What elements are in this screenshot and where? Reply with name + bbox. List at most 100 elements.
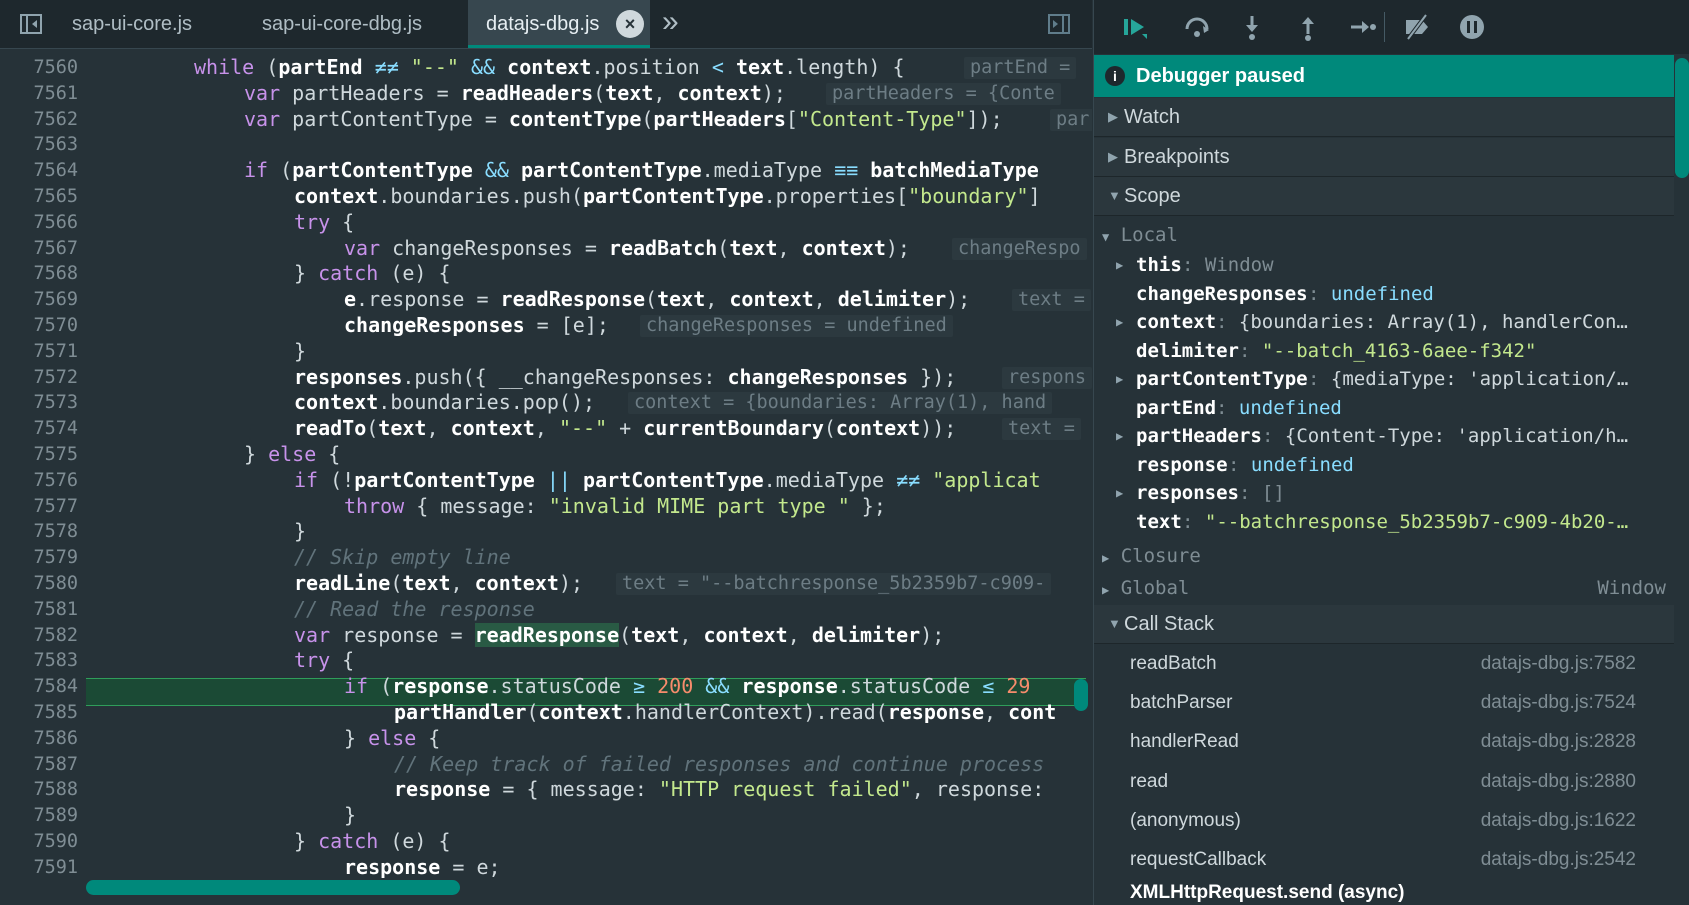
code-line[interactable]: 7578 } [0,519,1092,545]
code-line[interactable]: 7579 // Skip empty line [0,545,1092,571]
tab-sap-ui-core-dbg[interactable]: sap-ui-core-dbg.js [232,0,452,48]
code-line[interactable]: 7562 var partContentType = contentType(p… [0,107,1092,133]
code-line[interactable]: 7572 responses.push({ __changeResponses:… [0,365,1092,391]
frame-location[interactable]: datajs-dbg.js:7524 [1481,683,1636,722]
scope-variable-row[interactable]: ▶ this: Window [1094,251,1669,279]
paused-code-line[interactable]: 7582 var response = readResponse(text, c… [0,622,1092,649]
line-number[interactable]: 7584 [0,674,78,700]
line-number[interactable]: 7566 [0,210,78,236]
line-number[interactable]: 7560 [0,55,78,81]
code-line[interactable]: 7581 // Read the response [0,597,1092,623]
line-number[interactable]: 7563 [0,132,78,158]
frame-location[interactable]: datajs-dbg.js:7582 [1481,644,1636,683]
watch-section-header[interactable]: ▶ Watch [1094,98,1674,137]
toggle-debugger-icon[interactable] [1048,14,1070,34]
step-out-icon[interactable] [1293,12,1323,42]
code-line[interactable]: 7571 } [0,339,1092,365]
code-line[interactable]: 7583 try { [0,648,1092,674]
frame-location[interactable]: datajs-dbg.js:2880 [1481,762,1636,801]
line-number[interactable]: 7586 [0,726,78,752]
line-number[interactable]: 7568 [0,261,78,287]
code-line[interactable]: 7569 e.response = readResponse(text, con… [0,287,1092,313]
line-number[interactable]: 7572 [0,365,78,391]
scope-variable-row[interactable]: ▶ partHeaders: {Content-Type: 'applicatio… [1094,422,1669,450]
expand-triangle-icon[interactable]: ▶ [1116,422,1123,450]
line-number[interactable]: 7570 [0,313,78,339]
scope-variable-row[interactable]: ▶ context: {boundaries: Array(1), handler… [1094,308,1669,336]
scope-variable-row[interactable]: delimiter: "--batch_4163-6aee-f342" [1094,337,1669,365]
code-line[interactable]: 7584 if (response.statusCode ≥ 200 && re… [0,674,1092,700]
scope-variable-row[interactable]: ▶ responses: [] [1094,479,1669,507]
code-line[interactable]: 7568 } catch (e) { [0,261,1092,287]
scope-section-header[interactable]: ▼ Scope [1094,177,1674,216]
line-number[interactable]: 7565 [0,184,78,210]
expand-triangle-icon[interactable]: ▶ [1116,365,1123,393]
line-number[interactable]: 7571 [0,339,78,365]
scope-variable-row[interactable]: response: undefined [1094,451,1669,479]
code-line[interactable]: 7574 readTo(text, context, "--" + curren… [0,416,1092,442]
tab-datajs-dbg[interactable]: datajs-dbg.js × [468,0,650,48]
scope-variable-row[interactable]: partEnd: undefined [1094,394,1669,422]
call-stack-frame[interactable]: read datajs-dbg.js:2880 [1094,762,1674,801]
code-editor[interactable]: 7560 while (partEnd ≠≠ "--" && context.p… [0,49,1092,905]
call-stack-frame[interactable]: readBatch datajs-dbg.js:7582 [1094,644,1674,683]
line-number[interactable]: 7573 [0,390,78,416]
line-number[interactable]: 7585 [0,700,78,726]
line-number[interactable]: 7561 [0,81,78,107]
line-number[interactable]: 7580 [0,571,78,597]
breakpoints-section-header[interactable]: ▶ Breakpoints [1094,138,1674,177]
code-line[interactable]: 7589 } [0,803,1092,829]
code-line[interactable]: 7570 changeResponses = [e]; changeRespon… [0,313,1092,339]
horizontal-scrollbar[interactable] [86,880,460,895]
panel-vertical-scrollbar[interactable] [1675,58,1689,178]
code-line[interactable]: 7566 try { [0,210,1092,236]
line-number[interactable]: 7589 [0,803,78,829]
line-number[interactable]: 7578 [0,519,78,545]
call-stack-section-header[interactable]: ▼ Call Stack [1094,605,1674,644]
code-line[interactable]: 7586 } else { [0,726,1092,752]
call-stack-frame[interactable]: requestCallback datajs-dbg.js:2542 [1094,840,1674,879]
expand-triangle-icon[interactable]: ▶ [1116,479,1123,507]
toggle-navigator-icon[interactable] [20,14,42,34]
code-line[interactable]: 7560 while (partEnd ≠≠ "--" && context.p… [0,55,1092,81]
code-line[interactable]: 7576 if (!partContentType || partContent… [0,468,1092,494]
line-number[interactable]: 7562 [0,107,78,133]
line-number[interactable]: 7576 [0,468,78,494]
expand-triangle-icon[interactable]: ▶ [1116,308,1123,336]
close-tab-icon[interactable]: × [616,10,644,38]
line-number[interactable]: 7582 [0,623,78,649]
line-number[interactable]: 7567 [0,236,78,262]
scope-variable-row[interactable]: changeResponses: undefined [1094,280,1669,308]
frame-location[interactable]: datajs-dbg.js:2828 [1481,722,1636,761]
code-line[interactable]: 7567 var changeResponses = readBatch(tex… [0,236,1092,262]
scope-variable-row[interactable]: text: "--batchresponse_5b2359b7-c909-4b2… [1094,508,1669,536]
code-line[interactable]: 7591 response = e; [0,855,1092,881]
frame-location[interactable]: datajs-dbg.js:2542 [1481,840,1636,879]
code-line[interactable]: 7565 context.boundaries.push(partContent… [0,184,1092,210]
line-number[interactable]: 7583 [0,648,78,674]
pause-on-exceptions-icon[interactable] [1457,12,1487,42]
line-number[interactable]: 7591 [0,855,78,881]
code-line[interactable]: 7573 context.boundaries.pop(); context =… [0,390,1092,416]
code-line[interactable]: 7590 } catch (e) { [0,829,1092,855]
line-number[interactable]: 7581 [0,597,78,623]
step-over-icon[interactable] [1182,12,1212,42]
deactivate-breakpoints-icon[interactable] [1402,12,1432,42]
line-number[interactable]: 7577 [0,494,78,520]
call-stack-frame[interactable]: (anonymous) datajs-dbg.js:1622 [1094,801,1674,840]
frame-location[interactable]: datajs-dbg.js:1622 [1481,801,1636,840]
scope-local-header[interactable]: ▼ Local [1102,221,1178,249]
line-number[interactable]: 7574 [0,416,78,442]
line-number[interactable]: 7588 [0,777,78,803]
line-number[interactable]: 7579 [0,545,78,571]
step-into-icon[interactable] [1237,12,1267,42]
more-tabs-icon[interactable]: » [662,0,692,48]
code-line[interactable]: 7587 // Keep track of failed responses a… [0,752,1092,778]
call-stack-frame[interactable]: batchParser datajs-dbg.js:7524 [1094,683,1674,722]
code-line[interactable]: 7585 partHandler(context.handlerContext)… [0,700,1092,726]
code-line[interactable]: 7577 throw { message: "invalid MIME part… [0,494,1092,520]
tab-sap-ui-core[interactable]: sap-ui-core.js [52,0,212,48]
line-number[interactable]: 7575 [0,442,78,468]
code-line[interactable]: 7563 [0,132,1092,158]
step-icon[interactable] [1348,12,1378,42]
